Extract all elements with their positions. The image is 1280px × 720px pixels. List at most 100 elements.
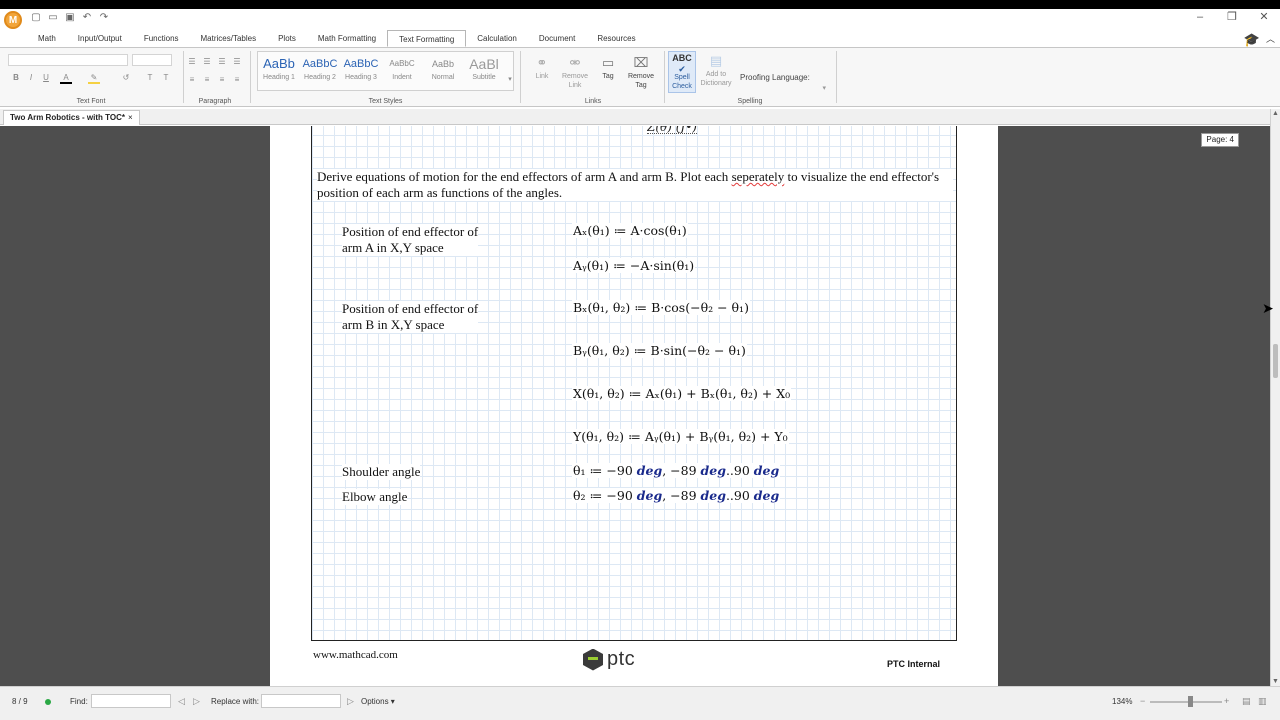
page-view-icon[interactable]: ▤ [1242, 696, 1251, 707]
tab-text-formatting[interactable]: Text Formatting [387, 30, 467, 47]
superscript-icon[interactable]: T [144, 72, 156, 84]
range-end: ..90 [725, 463, 754, 478]
equation-ax[interactable]: Aₓ(θ₁) ≔ A·cos(θ₁) [572, 223, 688, 238]
tab-math[interactable]: Math [27, 30, 67, 47]
options-dropdown[interactable]: Options ▾ [361, 697, 395, 706]
tab-document[interactable]: Document [528, 30, 586, 47]
close-icon[interactable]: ✕ [1248, 9, 1280, 27]
learning-resources-icon[interactable]: 🎓 [1244, 32, 1260, 48]
align-left-icon[interactable]: ≡ [186, 74, 198, 86]
tab-math-formatting[interactable]: Math Formatting [307, 30, 387, 47]
worksheet-workspace[interactable]: Z(θ) (J•) Derive equations of motion for… [0, 126, 1270, 686]
numbering-icon[interactable]: ☰ [201, 56, 213, 68]
document-tab-title: Two Arm Robotics - with TOC* [10, 113, 125, 122]
document-tab[interactable]: Two Arm Robotics - with TOC* × [3, 110, 140, 125]
tab-resources[interactable]: Resources [586, 30, 646, 47]
replace-icon[interactable]: ▷ [347, 696, 354, 707]
calculation-status-icon[interactable] [45, 699, 51, 705]
ribbon: B I U A ✎ ↺ T T Text Font ☰ ☰ ☰ ☰ ≡ ≡ ≡ … [0, 47, 1280, 107]
quick-access-toolbar: ▢ ▭ ▣ ↶ ↷ [30, 12, 110, 24]
zoom-level: 134% [1112, 697, 1133, 706]
equation-x[interactable]: X(θ₁, θ₂) ≔ Aₓ(θ₁) + Bₓ(θ₁, θ₂) + X₀ [572, 386, 792, 401]
paragraph-text: Derive equations of motion for the end e… [317, 169, 732, 184]
save-icon[interactable]: ▣ [64, 12, 76, 24]
misspelled-word[interactable]: seperately [732, 169, 785, 184]
font-family-select[interactable] [8, 54, 128, 66]
redo-icon[interactable]: ↷ [98, 12, 110, 24]
label-arm-a[interactable]: Position of end effector of arm A in X,Y… [342, 224, 479, 256]
tab-plots[interactable]: Plots [267, 30, 307, 47]
label-elbow-angle[interactable]: Elbow angle [342, 489, 408, 505]
equation-y[interactable]: Y(θ₁, θ₂) ≔ Aᵧ(θ₁) + Bᵧ(θ₁, θ₂) + Y₀ [572, 429, 789, 444]
remove-link-button[interactable]: ⚮ Remove Link [560, 54, 590, 90]
undo-icon[interactable]: ↶ [81, 12, 93, 24]
open-icon[interactable]: ▭ [47, 12, 59, 24]
tab-functions[interactable]: Functions [133, 30, 190, 47]
remove-tag-button[interactable]: ⌧ Remove Tag [626, 54, 656, 90]
minimize-icon[interactable]: – [1184, 9, 1216, 27]
add-dictionary-label: Add to [705, 71, 727, 78]
zoom-slider-thumb[interactable] [1188, 696, 1193, 707]
scroll-up-icon[interactable]: ▲ [1272, 110, 1279, 117]
spell-check-button[interactable]: ABC ✔ Spell Check [668, 51, 696, 93]
replace-input[interactable] [261, 694, 341, 708]
subscript-icon[interactable]: T [160, 72, 172, 84]
indent-decrease-icon[interactable]: ☰ [216, 56, 228, 68]
tab-input-output[interactable]: Input/Output [67, 30, 133, 47]
style-heading-3[interactable]: AaBbC Heading 3 [341, 55, 381, 91]
scroll-down-icon[interactable]: ▼ [1272, 678, 1279, 685]
align-center-icon[interactable]: ≡ [201, 74, 213, 86]
font-color-icon[interactable]: A [60, 72, 72, 84]
label-shoulder-angle[interactable]: Shoulder angle [342, 464, 421, 480]
equation-theta2-range[interactable]: θ₂ ≔ −90 deg, −89 deg..90 deg [572, 488, 781, 503]
collapse-ribbon-icon[interactable]: ︿ [1266, 32, 1275, 45]
tab-calculation[interactable]: Calculation [466, 30, 528, 47]
tag-button[interactable]: ▭ Tag [593, 54, 623, 81]
add-to-dictionary-button[interactable]: ▤ Add to Dictionary [700, 52, 732, 88]
justify-icon[interactable]: ≡ [231, 74, 243, 86]
add-dictionary-label-2: Dictionary [700, 80, 732, 87]
style-heading-1[interactable]: AaBb Heading 1 [259, 55, 299, 91]
italic-icon[interactable]: I [25, 72, 37, 84]
proofing-language-select[interactable]: ▾ [740, 84, 826, 94]
mathcad-logo-icon[interactable]: M [4, 11, 22, 29]
bold-icon[interactable]: B [10, 72, 22, 84]
zoom-out-icon[interactable]: − [1140, 696, 1145, 706]
find-input[interactable] [91, 694, 171, 708]
zoom-in-icon[interactable]: + [1224, 696, 1229, 706]
equation-by[interactable]: Bᵧ(θ₁, θ₂) ≔ B·sin(−θ₂ − θ₁) [572, 343, 747, 358]
find-next-icon[interactable]: ▷ [193, 696, 200, 707]
clear-format-icon[interactable]: ↺ [120, 72, 132, 84]
indent-increase-icon[interactable]: ☰ [231, 56, 243, 68]
close-tab-icon[interactable]: × [128, 113, 133, 122]
style-normal[interactable]: AaBb Normal [423, 55, 463, 91]
equation-ay[interactable]: Aᵧ(θ₁) ≔ −A·sin(θ₁) [572, 258, 696, 273]
remove-link-label-2: Link [568, 82, 582, 89]
vertical-scrollbar[interactable]: ▲ ▼ [1270, 109, 1280, 686]
link-button[interactable]: ⚭ Link [527, 54, 557, 81]
new-icon[interactable]: ▢ [30, 12, 42, 24]
find-previous-icon[interactable]: ◁ [178, 696, 185, 707]
scrollbar-thumb[interactable] [1273, 344, 1278, 378]
bullets-icon[interactable]: ☰ [186, 56, 198, 68]
align-right-icon[interactable]: ≡ [216, 74, 228, 86]
underline-icon[interactable]: U [40, 72, 52, 84]
worksheet-grid[interactable]: Z(θ) (J•) Derive equations of motion for… [311, 126, 957, 641]
style-sample: AaBb [263, 56, 295, 71]
style-gallery-more-icon[interactable]: ▾ [504, 74, 516, 86]
label-arm-b[interactable]: Position of end effector of arm B in X,Y… [342, 301, 479, 333]
style-subtitle[interactable]: AaBl Subtitle [464, 55, 504, 91]
style-indent[interactable]: AaBbC Indent [382, 55, 422, 91]
tab-matrices-tables[interactable]: Matrices/Tables [190, 30, 268, 47]
restore-icon[interactable]: ❐ [1216, 9, 1248, 27]
style-name: Heading 3 [345, 74, 377, 81]
zoom-slider[interactable] [1150, 701, 1222, 703]
font-size-select[interactable] [132, 54, 172, 66]
equation-theta1-range[interactable]: θ₁ ≔ −90 deg, −89 deg..90 deg [572, 463, 781, 478]
style-heading-2[interactable]: AaBbC Heading 2 [300, 55, 340, 91]
draft-view-icon[interactable]: ▥ [1258, 696, 1267, 707]
equation-bx[interactable]: Bₓ(θ₁, θ₂) ≔ B·cos(−θ₂ − θ₁) [572, 300, 750, 315]
highlight-icon[interactable]: ✎ [88, 72, 100, 84]
instruction-text-region[interactable]: Derive equations of motion for the end e… [317, 169, 953, 201]
cutoff-equation[interactable]: Z(θ) (J•) [647, 126, 697, 134]
